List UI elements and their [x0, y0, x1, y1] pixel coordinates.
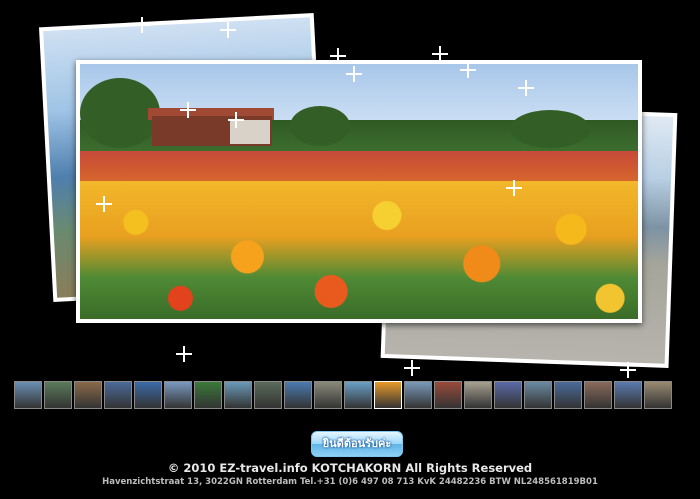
- tree: [510, 110, 590, 148]
- thumbnail[interactable]: [254, 381, 282, 409]
- thumbnail[interactable]: [464, 381, 492, 409]
- thumbnail[interactable]: [164, 381, 192, 409]
- welcome-button[interactable]: ยินดีต้อนรับค่ะ: [311, 431, 403, 457]
- thumbnail[interactable]: [224, 381, 252, 409]
- thumbnail[interactable]: [194, 381, 222, 409]
- thumbnail[interactable]: [344, 381, 372, 409]
- thumbnail[interactable]: [434, 381, 462, 409]
- thumbnail[interactable]: [284, 381, 312, 409]
- thumbnail[interactable]: [644, 381, 672, 409]
- copyright-text: © 2010 EZ-travel.info KOTCHAKORN All Rig…: [167, 461, 533, 475]
- thumbnail[interactable]: [14, 381, 42, 409]
- thumbnail[interactable]: [614, 381, 642, 409]
- sparkle-icon: [404, 360, 420, 376]
- thumbnail[interactable]: [314, 381, 342, 409]
- main-photo-image: [80, 64, 638, 319]
- thumbnail[interactable]: [44, 381, 72, 409]
- thumbnail[interactable]: [554, 381, 582, 409]
- thumbnail[interactable]: [524, 381, 552, 409]
- thumbnail[interactable]: [374, 381, 402, 409]
- main-photo[interactable]: [76, 60, 642, 323]
- thumbnail[interactable]: [104, 381, 132, 409]
- tulip-field: [80, 181, 638, 319]
- slideshow-stage: ยินดีต้อนรับค่ะ © 2010 EZ-travel.info KO…: [0, 0, 700, 499]
- thumbnail[interactable]: [404, 381, 432, 409]
- thumbnail[interactable]: [74, 381, 102, 409]
- thumbnail[interactable]: [494, 381, 522, 409]
- thumbnail[interactable]: [584, 381, 612, 409]
- thumbnail-strip: [14, 381, 690, 411]
- tree: [290, 106, 350, 146]
- address-text: Havenzichtstraat 13, 3022GN Rotterdam Te…: [102, 477, 598, 487]
- farmhouse-wall: [230, 120, 270, 144]
- thumbnail[interactable]: [134, 381, 162, 409]
- sparkle-icon: [176, 346, 192, 362]
